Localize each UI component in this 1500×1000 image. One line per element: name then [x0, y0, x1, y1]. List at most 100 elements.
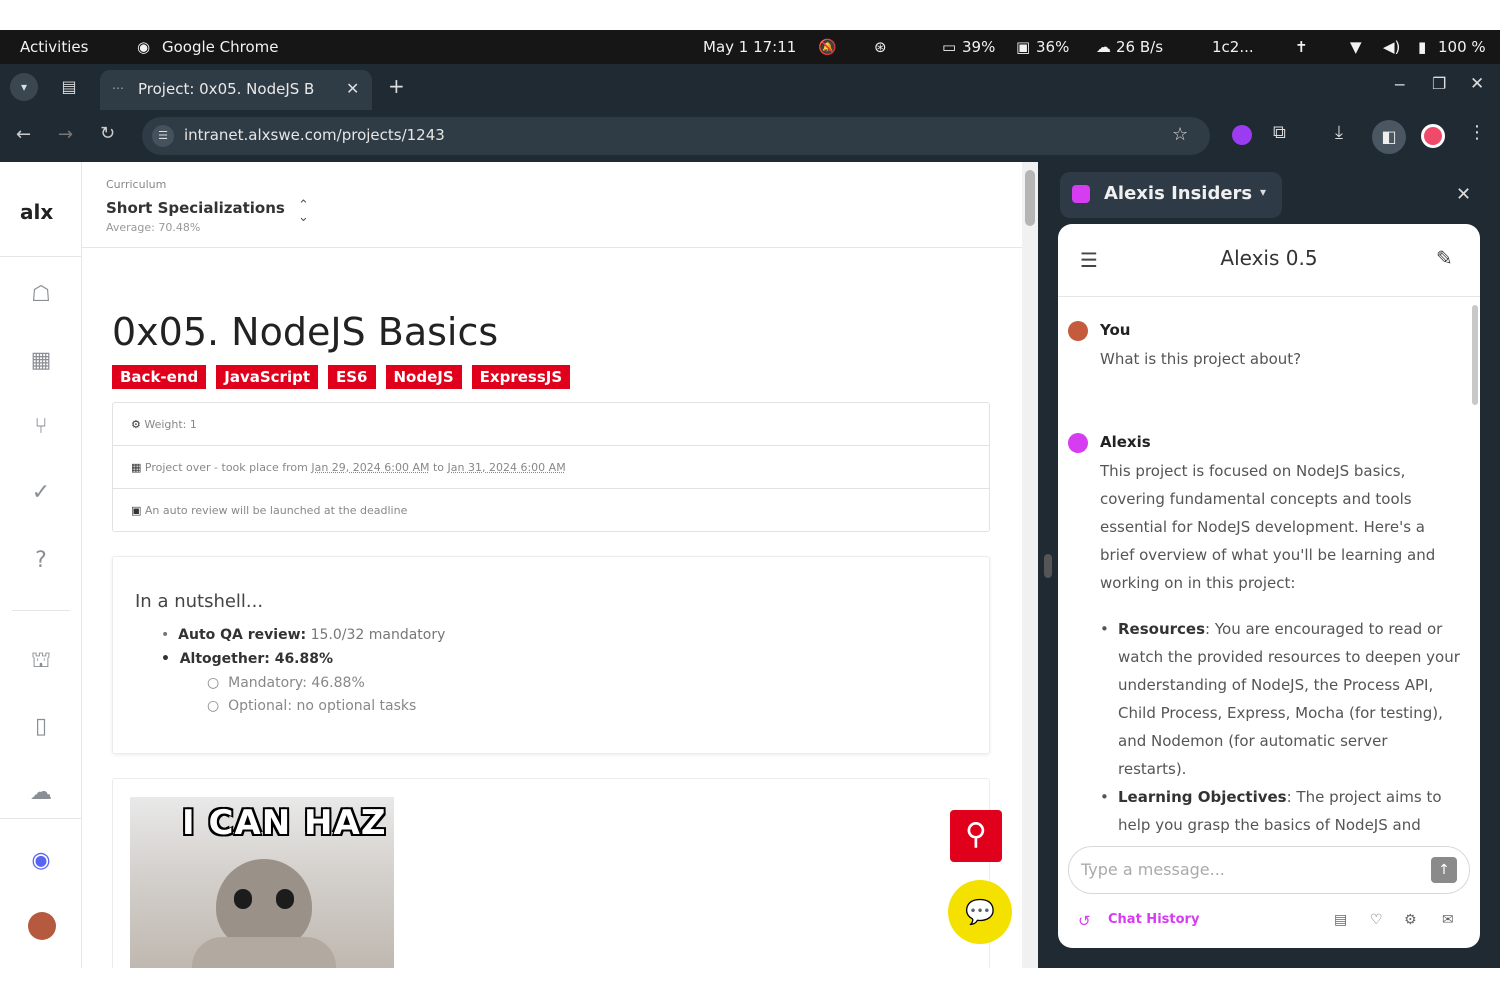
- extension-purple-icon[interactable]: [1232, 125, 1252, 145]
- dropdown-arrow-icon: ▾: [1260, 185, 1267, 199]
- notifications-off-icon[interactable]: 🔕: [818, 38, 837, 56]
- forward-icon[interactable]: →: [58, 124, 73, 145]
- memory-icon: ▣: [1016, 38, 1031, 56]
- kitten-body: [192, 937, 336, 968]
- divider: [12, 610, 70, 611]
- volume-icon[interactable]: ◀): [1383, 38, 1400, 56]
- discord-icon[interactable]: ◉: [26, 846, 56, 876]
- message-list[interactable]: You What is this project about? Alexis T…: [1058, 297, 1480, 837]
- help-icon[interactable]: ?: [26, 546, 56, 576]
- project-info-box: ⚙ Weight: 1 ▦ Project over - took place …: [112, 402, 990, 532]
- url-text[interactable]: intranet.alxswe.com/projects/1243: [184, 126, 445, 144]
- app-name[interactable]: Google Chrome: [162, 38, 279, 56]
- fork-icon[interactable]: ⑂: [26, 412, 56, 442]
- optional-text: Optional: no optional tasks: [228, 698, 417, 714]
- new-tab-icon[interactable]: +: [388, 74, 405, 98]
- kitten-eye: [276, 889, 294, 909]
- message-input[interactable]: Type a message... ↑: [1068, 846, 1470, 894]
- os-top-bar: Activities ◉ Google Chrome May 1 17:11 🔕…: [0, 30, 1500, 64]
- workspace-selector[interactable]: Alexis Insiders ▾: [1060, 172, 1282, 218]
- close-window-icon[interactable]: ✕: [1470, 74, 1484, 94]
- tag-expressjs: ExpressJS: [471, 365, 571, 389]
- history-icon[interactable]: ↺: [1078, 912, 1091, 930]
- reload-icon[interactable]: ↻: [100, 123, 115, 144]
- screen: Activities ◉ Google Chrome May 1 17:11 🔕…: [0, 0, 1500, 1000]
- workspace-name: Alexis Insiders: [1104, 183, 1253, 204]
- user-avatar-small: [1068, 321, 1088, 341]
- bullet-text: : You are encouraged to read or watch th…: [1118, 620, 1460, 778]
- chat-bubbles-icon[interactable]: ☁: [26, 778, 56, 808]
- tag-list: Back-end JavaScript ES6 NodeJS ExpressJS: [112, 365, 580, 389]
- chat-history-link[interactable]: Chat History: [1108, 912, 1199, 927]
- tab-search-icon[interactable]: ▾: [10, 73, 38, 101]
- close-panel-icon[interactable]: ✕: [1456, 184, 1471, 205]
- profile-avatar[interactable]: [1421, 124, 1445, 148]
- download-icon[interactable]: ⤓: [1335, 122, 1343, 143]
- accessibility-icon[interactable]: ✝: [1295, 38, 1308, 56]
- message-placeholder: Type a message...: [1081, 860, 1225, 879]
- tab-favicon-icon: ⋯: [112, 81, 124, 95]
- document-icon[interactable]: ▯: [26, 712, 56, 742]
- sidebar: alx ☖ ▦ ⑂ ✓ ? ⛫ ▯ ☁ ◉: [0, 162, 82, 968]
- activities-button[interactable]: Activities: [20, 38, 88, 56]
- panel-spacer: [1044, 176, 1050, 196]
- minimize-icon[interactable]: ‒: [1394, 74, 1405, 95]
- settings-icon[interactable]: ⚙: [1404, 912, 1417, 928]
- resize-handle[interactable]: [1044, 554, 1052, 578]
- search-icon[interactable]: ⚲: [950, 810, 1002, 862]
- extensions-icon[interactable]: ⧉: [1273, 122, 1286, 143]
- back-icon[interactable]: ←: [16, 124, 31, 145]
- user-avatar[interactable]: [28, 912, 56, 940]
- graduation-cap-icon[interactable]: ⛫: [26, 646, 56, 676]
- network-icon: ☁: [1096, 38, 1111, 56]
- indicator-text[interactable]: 1c2...: [1212, 38, 1254, 56]
- altogether-value: 46.88%: [274, 651, 334, 667]
- alexis-avatar-icon: [1068, 433, 1088, 453]
- tab-title: Project: 0x05. NodeJS B: [138, 80, 315, 98]
- mail-icon[interactable]: ✉: [1442, 912, 1454, 928]
- alx-logo[interactable]: alx: [20, 200, 53, 224]
- auto-qa-value: 15.0/32 mandatory: [306, 627, 446, 643]
- scrollbar-thumb[interactable]: [1025, 170, 1035, 226]
- bookmark-star-icon[interactable]: ☆: [1172, 124, 1188, 145]
- page-scrollbar[interactable]: [1022, 162, 1038, 968]
- check-icon[interactable]: ✓: [26, 478, 56, 508]
- clock[interactable]: May 1 17:11: [703, 38, 796, 56]
- end-date: Jan 31, 2024 6:00 AM: [447, 461, 566, 474]
- send-icon[interactable]: ↑: [1431, 857, 1457, 883]
- active-tab[interactable]: ⋯ Project: 0x05. NodeJS B ✕: [100, 70, 372, 110]
- close-tab-icon[interactable]: ✕: [346, 79, 359, 98]
- workspace-icon: [1072, 185, 1090, 203]
- battery-icon[interactable]: ▮: [1418, 38, 1426, 56]
- robot-icon[interactable]: ☖: [26, 280, 56, 310]
- curriculum-name[interactable]: Short Specializations: [106, 199, 285, 217]
- project-main: 0x05. NodeJS Basics Back-end JavaScript ES…: [82, 248, 1022, 968]
- keyboard-icon[interactable]: ▤: [1334, 912, 1347, 928]
- bot-bullet-list: • Resources: You are encouraged to read o…: [1100, 615, 1460, 837]
- heart-icon[interactable]: ♡: [1370, 912, 1383, 928]
- new-chat-icon[interactable]: ✎: [1436, 246, 1453, 270]
- tag-es6: ES6: [328, 365, 376, 389]
- tab-strip: ▾ ▤ ⋯ Project: 0x05. NodeJS B ✕ + ‒ ❐ ✕: [0, 64, 1500, 110]
- wifi-icon[interactable]: ▼: [1350, 38, 1362, 56]
- menu-icon[interactable]: ⋮: [1468, 122, 1486, 143]
- restore-icon[interactable]: ❐: [1432, 74, 1446, 93]
- address-bar[interactable]: ☰ intranet.alxswe.com/projects/1243 ☆: [142, 117, 1210, 155]
- chrome-icon: ◉: [137, 38, 151, 56]
- gear-icon: ⚙: [131, 418, 145, 431]
- chat-scrollbar-thumb[interactable]: [1472, 305, 1478, 405]
- weight-text: Weight: 1: [144, 418, 197, 431]
- start-date: Jan 29, 2024 6:00 AM: [311, 461, 430, 474]
- site-info-icon[interactable]: ☰: [152, 125, 174, 147]
- cpu-icon: ▭: [942, 38, 957, 56]
- curriculum-switch-icon[interactable]: ⌃ ⌄: [298, 199, 309, 224]
- side-panel-icon[interactable]: ◧: [1372, 120, 1406, 154]
- divider: [0, 818, 82, 819]
- chat-bot-icon[interactable]: 💬: [948, 880, 1012, 944]
- altogether-label: Altogether:: [179, 651, 275, 667]
- dates-row: ▦ Project over - took place from Jan 29,…: [113, 446, 989, 489]
- system-icon[interactable]: ⊛: [874, 38, 887, 56]
- kitten-head: [216, 859, 312, 949]
- pinned-tab-icon[interactable]: ▤: [58, 76, 80, 98]
- calendar-icon[interactable]: ▦: [26, 346, 56, 376]
